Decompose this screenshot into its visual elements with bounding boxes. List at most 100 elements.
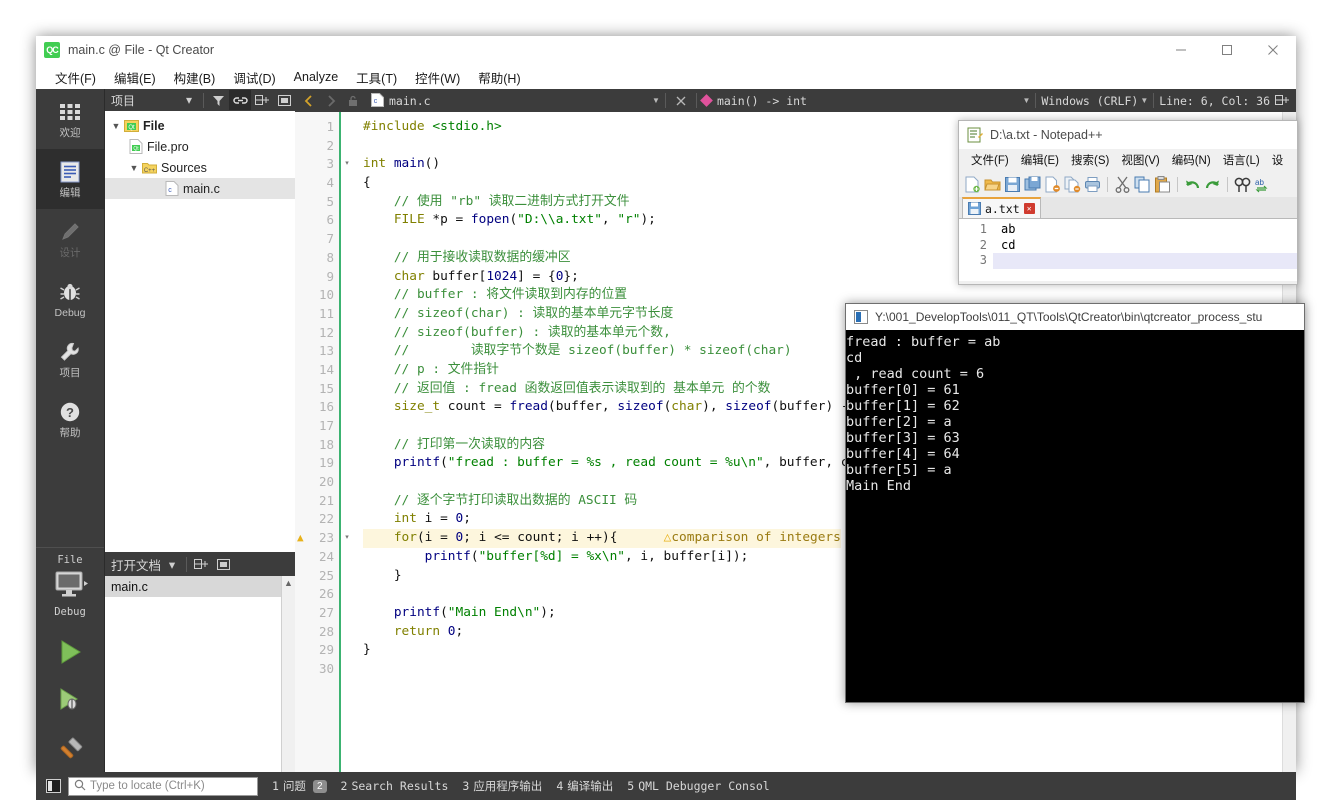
menu-file[interactable]: 文件(F) xyxy=(46,67,105,88)
npp-menu-edit[interactable]: 编辑(E) xyxy=(1015,152,1065,168)
editor-symbol-name: main() -> int xyxy=(716,93,807,108)
output-tab-issues[interactable]: 1 问题 2 xyxy=(272,778,327,794)
navigate-back-icon[interactable] xyxy=(299,91,319,111)
npp-menu-encoding[interactable]: 编码(N) xyxy=(1166,152,1217,168)
kit-selector[interactable]: File Debug xyxy=(36,547,104,620)
npp-menu-view[interactable]: 视图(V) xyxy=(1115,152,1165,168)
split-icon[interactable] xyxy=(251,90,273,110)
save-icon[interactable] xyxy=(1004,176,1021,193)
menu-build[interactable]: 构建(B) xyxy=(165,67,225,88)
warning-icon: ▲ xyxy=(297,531,304,545)
file-dropdown-icon[interactable]: ▼ xyxy=(652,96,660,105)
menu-widgets[interactable]: 控件(W) xyxy=(406,67,469,88)
replace-icon[interactable]: ab xyxy=(1254,176,1271,193)
fold-empty xyxy=(341,174,353,193)
npp-menu-search[interactable]: 搜索(S) xyxy=(1065,152,1115,168)
output-tab-app-output[interactable]: 3 应用程序输出 xyxy=(462,778,542,794)
menu-tools[interactable]: 工具(T) xyxy=(347,67,406,88)
navigate-forward-icon[interactable] xyxy=(321,91,341,111)
fold-empty xyxy=(341,398,353,417)
print-icon[interactable] xyxy=(1084,176,1101,193)
cut-icon[interactable] xyxy=(1114,176,1131,193)
line-ending-selector[interactable]: Windows (CRLF) xyxy=(1041,94,1138,108)
tab-number: 3 xyxy=(462,779,470,793)
notepadpp-tab-label: a.txt xyxy=(985,201,1020,216)
paste-icon[interactable] xyxy=(1154,175,1171,193)
close-panel-icon[interactable] xyxy=(273,90,295,110)
link-with-editor-icon[interactable] xyxy=(229,90,251,110)
npp-menu-language[interactable]: 语言(L) xyxy=(1217,152,1266,168)
notepadpp-toolbar: ab xyxy=(959,171,1297,197)
save-all-icon[interactable] xyxy=(1024,176,1041,193)
redo-icon[interactable] xyxy=(1204,176,1221,193)
editor-file-chip[interactable]: c main.c xyxy=(365,93,437,108)
fold-marker[interactable]: ▾ xyxy=(341,529,353,548)
project-tree[interactable]: ▼ Qt File Qt File.pro ▼ C++ Sources c ma… xyxy=(105,111,295,552)
close-all-icon[interactable] xyxy=(1064,176,1081,193)
menu-edit[interactable]: 编辑(E) xyxy=(105,67,165,88)
output-tab-qml-debugger[interactable]: 5 QML Debugger Consol xyxy=(627,779,770,793)
close-file-icon[interactable] xyxy=(1044,176,1061,193)
close-panel-icon[interactable] xyxy=(212,554,234,574)
npp-menu-file[interactable]: 文件(F) xyxy=(965,152,1015,168)
output-tab-compile-output[interactable]: 4 编译输出 xyxy=(556,778,613,794)
sidebar-item-help[interactable]: ? 帮助 xyxy=(36,389,104,449)
locator-input[interactable]: Type to locate (Ctrl+K) xyxy=(68,776,258,796)
tree-item-pro-file[interactable]: Qt File.pro xyxy=(105,136,295,157)
open-document-item[interactable]: main.c xyxy=(105,576,295,597)
scroll-up-icon[interactable]: ▲ xyxy=(282,576,295,590)
npp-menu-settings[interactable]: 设 xyxy=(1266,152,1290,168)
console-line: buffer[4] = 64 xyxy=(846,446,960,462)
chevron-down-icon[interactable]: ▾ xyxy=(178,90,200,110)
fold-marker[interactable]: ▾ xyxy=(341,155,353,174)
notepadpp-tab-a-txt[interactable]: a.txt ✕ xyxy=(962,197,1041,218)
console-output[interactable]: fread : buffer = ab cd , read count = 6 bu… xyxy=(846,330,1304,494)
sidebar-item-edit[interactable]: 编辑 xyxy=(36,149,104,209)
sidebar-label-help: 帮助 xyxy=(59,426,81,439)
copy-icon[interactable] xyxy=(1134,176,1151,193)
toggle-sidebar-icon[interactable] xyxy=(42,777,64,795)
close-tab-icon[interactable]: ✕ xyxy=(1023,203,1035,214)
divider xyxy=(186,556,188,572)
notepadpp-editor[interactable]: 1 2 3 ab cd xyxy=(959,219,1297,281)
tree-item-project[interactable]: ▼ Qt File xyxy=(105,115,295,136)
menu-analyze[interactable]: Analyze xyxy=(285,69,347,85)
menu-help[interactable]: 帮助(H) xyxy=(469,67,529,88)
sidebar-item-debug[interactable]: Debug xyxy=(36,269,104,329)
build-button[interactable] xyxy=(36,724,105,772)
lock-icon[interactable] xyxy=(343,91,363,111)
chevron-down-icon[interactable]: ▼ xyxy=(109,121,123,131)
minimize-icon[interactable] xyxy=(1158,36,1204,65)
split-icon[interactable] xyxy=(190,554,212,574)
close-icon[interactable] xyxy=(1250,36,1296,65)
document-lines-icon xyxy=(60,160,80,184)
sidebar-item-design[interactable]: 设计 xyxy=(36,209,104,269)
chevron-down-icon[interactable]: ▼ xyxy=(127,163,141,173)
tree-item-sources[interactable]: ▼ C++ Sources xyxy=(105,157,295,178)
line-ending-dropdown-icon[interactable]: ▼ xyxy=(1140,96,1148,105)
filter-icon[interactable] xyxy=(207,90,229,110)
find-icon[interactable] xyxy=(1234,176,1251,193)
open-file-icon[interactable] xyxy=(984,176,1001,193)
close-editor-icon[interactable] xyxy=(671,91,691,111)
sidebar-item-welcome[interactable]: 欢迎 xyxy=(36,89,104,149)
maximize-icon[interactable] xyxy=(1204,36,1250,65)
chevron-down-icon[interactable]: ▾ xyxy=(161,554,183,574)
run-button[interactable] xyxy=(36,628,105,676)
split-editor-icon[interactable] xyxy=(1272,91,1292,111)
undo-icon[interactable] xyxy=(1184,176,1201,193)
tab-number: 5 xyxy=(627,779,635,793)
open-documents-list[interactable]: main.c ▲ xyxy=(105,576,295,772)
notepadpp-text[interactable]: ab cd xyxy=(993,219,1297,281)
output-tab-search-results[interactable]: 2 Search Results xyxy=(341,779,449,793)
menu-debug[interactable]: 调试(D) xyxy=(224,67,284,88)
tree-item-main-c[interactable]: c main.c xyxy=(105,178,295,199)
symbol-dropdown-icon[interactable]: ▼ xyxy=(1022,96,1030,105)
symbol-selector[interactable]: main() -> int xyxy=(700,93,807,108)
sidebar-item-projects[interactable]: 项目 xyxy=(36,329,104,389)
new-file-icon[interactable] xyxy=(964,176,981,193)
fold-empty xyxy=(341,641,353,660)
fold-column[interactable]: ▾ ▾ xyxy=(339,112,353,772)
open-documents-scrollbar[interactable]: ▲ xyxy=(281,576,295,772)
debug-button[interactable] xyxy=(36,676,105,724)
